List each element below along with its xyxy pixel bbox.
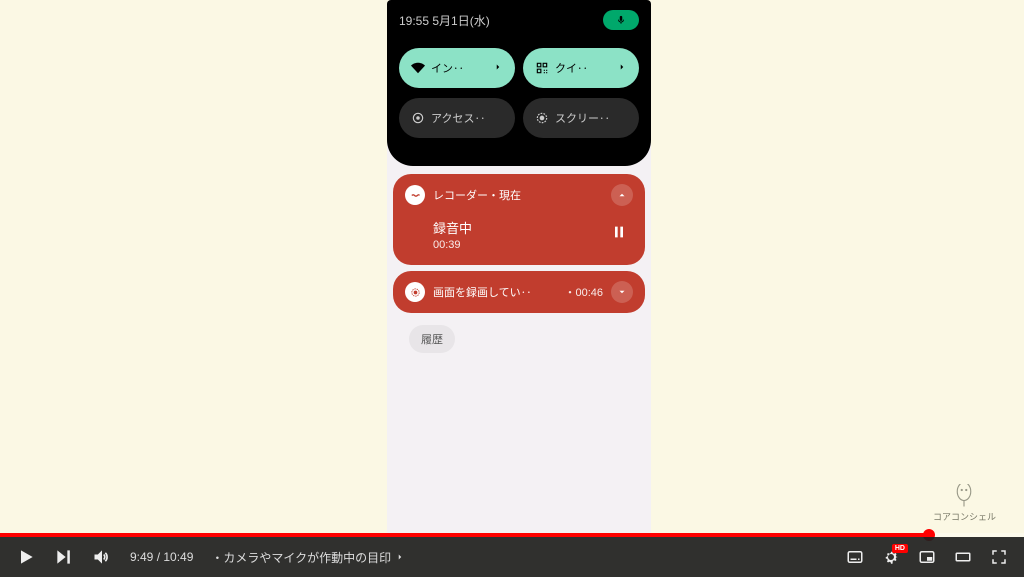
status-bar: 19:55 5月1日(水) (399, 10, 639, 30)
qr-tile[interactable]: クイ‥ (523, 48, 639, 88)
settings-button[interactable]: HD (882, 548, 900, 566)
collapse-button[interactable] (611, 184, 633, 206)
chevron-down-icon (617, 287, 627, 297)
chevron-right-icon (493, 62, 503, 75)
time-display: 9:49 / 10:49 (130, 550, 193, 564)
brand-icon (955, 484, 973, 508)
accessibility-tile[interactable]: アクセス‥ (399, 98, 515, 138)
pause-icon (611, 224, 627, 240)
miniplayer-icon (918, 548, 936, 566)
qr-icon (535, 61, 549, 75)
recorder-notification[interactable]: レコーダー・現在 録音中 00:39 (393, 174, 645, 265)
subtitles-icon (846, 548, 864, 566)
expand-button[interactable] (611, 281, 633, 303)
video-controls: 9:49 / 10:49 ・カメラやマイクが作動中の目印 HD (0, 537, 1024, 577)
quick-settings-row-1: イン‥ クイ‥ (399, 48, 639, 88)
wifi-tile[interactable]: イン‥ (399, 48, 515, 88)
next-button[interactable] (54, 547, 74, 567)
theater-button[interactable] (954, 548, 972, 566)
channel-brand: コアコンシェル (933, 484, 996, 523)
status-time-date: 19:55 5月1日(水) (399, 12, 490, 29)
notification-title: 録音中 (433, 218, 611, 237)
pause-button[interactable] (611, 224, 627, 245)
miniplayer-button[interactable] (918, 548, 936, 566)
next-icon (54, 547, 74, 567)
recorder-app-icon (405, 185, 425, 205)
subtitles-button[interactable] (846, 548, 864, 566)
volume-icon (92, 547, 112, 567)
qr-tile-label: クイ‥ (555, 60, 611, 76)
notification-history: 履歴 (393, 319, 645, 359)
quick-settings-panel: 19:55 5月1日(水) イン‥ クイ‥ アクセス‥ (387, 0, 651, 166)
fullscreen-icon (990, 548, 1008, 566)
chevron-up-icon (617, 190, 627, 200)
notification-body: 録音中 00:39 (405, 206, 633, 255)
screen-recording-notification[interactable]: 画面を録画してい‥ ・00:46 (393, 271, 645, 313)
notification-text: 画面を録画してい‥ (433, 284, 556, 300)
notification-app-name: レコーダー・現在 (433, 187, 603, 203)
chevron-right-icon (617, 62, 627, 75)
accessibility-tile-label: アクセス‥ (431, 110, 503, 126)
play-button[interactable] (16, 547, 36, 567)
screen-record-app-icon (405, 282, 425, 302)
wifi-tile-label: イン‥ (431, 60, 487, 76)
brand-label: コアコンシェル (933, 510, 996, 523)
quick-settings-row-2: アクセス‥ スクリー‥ (399, 98, 639, 138)
theater-icon (954, 548, 972, 566)
screen-record-tile[interactable]: スクリー‥ (523, 98, 639, 138)
history-chip[interactable]: 履歴 (409, 325, 455, 353)
mic-icon (616, 15, 626, 25)
play-icon (16, 547, 36, 567)
notification-header: 画面を録画してい‥ ・00:46 (405, 281, 633, 303)
volume-button[interactable] (92, 547, 112, 567)
notification-stack: レコーダー・現在 録音中 00:39 画面を録画してい‥ ・00:46 履歴 (387, 166, 651, 367)
hd-badge: HD (892, 544, 908, 553)
wifi-icon (411, 61, 425, 75)
notification-header: レコーダー・現在 (405, 184, 633, 206)
mic-active-indicator[interactable] (603, 10, 639, 30)
notification-duration: ・00:46 (564, 284, 603, 300)
screen-record-tile-label: スクリー‥ (555, 110, 627, 126)
chapter-label[interactable]: ・カメラやマイクが作動中の目印 (211, 549, 405, 566)
chevron-right-icon (395, 552, 405, 562)
notification-time: 00:39 (433, 239, 611, 251)
accessibility-icon (411, 111, 425, 125)
fullscreen-button[interactable] (990, 548, 1008, 566)
phone-mockup: 19:55 5月1日(水) イン‥ クイ‥ アクセス‥ (387, 0, 651, 540)
screen-record-icon (535, 111, 549, 125)
